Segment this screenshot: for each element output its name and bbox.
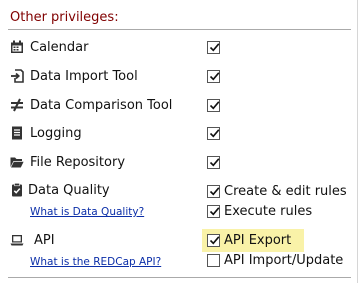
privilege-row-calendar: Calendar: [0, 37, 358, 59]
privilege-label: API: [34, 233, 55, 248]
create-edit-rules-label: Create & edit rules: [224, 184, 347, 199]
import-icon: [10, 69, 24, 83]
privilege-row-data-comparison: Data Comparison Tool: [0, 95, 358, 117]
api-help-link[interactable]: What is the REDCap API?: [30, 256, 161, 268]
not-equal-icon: [10, 98, 24, 112]
divider: [8, 277, 351, 278]
privilege-label: Logging: [30, 126, 82, 141]
api-export-label: API Export: [224, 233, 292, 248]
folder-open-icon: [10, 155, 24, 169]
privilege-row-data-quality: Data Quality What is Data Quality? Creat…: [0, 180, 358, 224]
logging-checkbox[interactable]: [207, 127, 220, 140]
privilege-label: Data Comparison Tool: [30, 98, 173, 113]
privilege-label: Data Quality: [28, 183, 110, 198]
data-comparison-checkbox[interactable]: [207, 99, 220, 112]
divider: [8, 29, 351, 30]
file-repository-checkbox[interactable]: [207, 156, 220, 169]
privilege-row-logging: Logging: [0, 123, 358, 145]
calendar-checkbox[interactable]: [207, 41, 220, 54]
api-import-update-label: API Import/Update: [224, 253, 344, 268]
execute-rules-checkbox[interactable]: [207, 205, 220, 218]
laptop-icon: [10, 233, 24, 247]
document-icon: [10, 126, 24, 140]
create-edit-rules-checkbox[interactable]: [207, 185, 220, 198]
privilege-label: Calendar: [30, 40, 89, 55]
privilege-row-data-import: Data Import Tool: [0, 66, 358, 88]
data-import-checkbox[interactable]: [207, 70, 220, 83]
section-title: Other privileges:: [10, 10, 119, 25]
execute-rules-label: Execute rules: [224, 204, 313, 219]
clipboard-check-icon: [10, 183, 24, 197]
privilege-row-file-repository: File Repository: [0, 152, 358, 174]
calendar-icon: [10, 40, 24, 54]
api-export-checkbox[interactable]: [207, 234, 220, 247]
privilege-label: Data Import Tool: [30, 69, 138, 84]
privileges-panel: Other privileges: Calendar Data Import T…: [0, 0, 358, 283]
data-quality-help-link[interactable]: What is Data Quality?: [30, 206, 144, 218]
privilege-label: File Repository: [30, 155, 126, 170]
privilege-row-api: API What is the REDCap API? API Export A…: [0, 230, 358, 274]
api-import-update-checkbox[interactable]: [207, 254, 220, 267]
